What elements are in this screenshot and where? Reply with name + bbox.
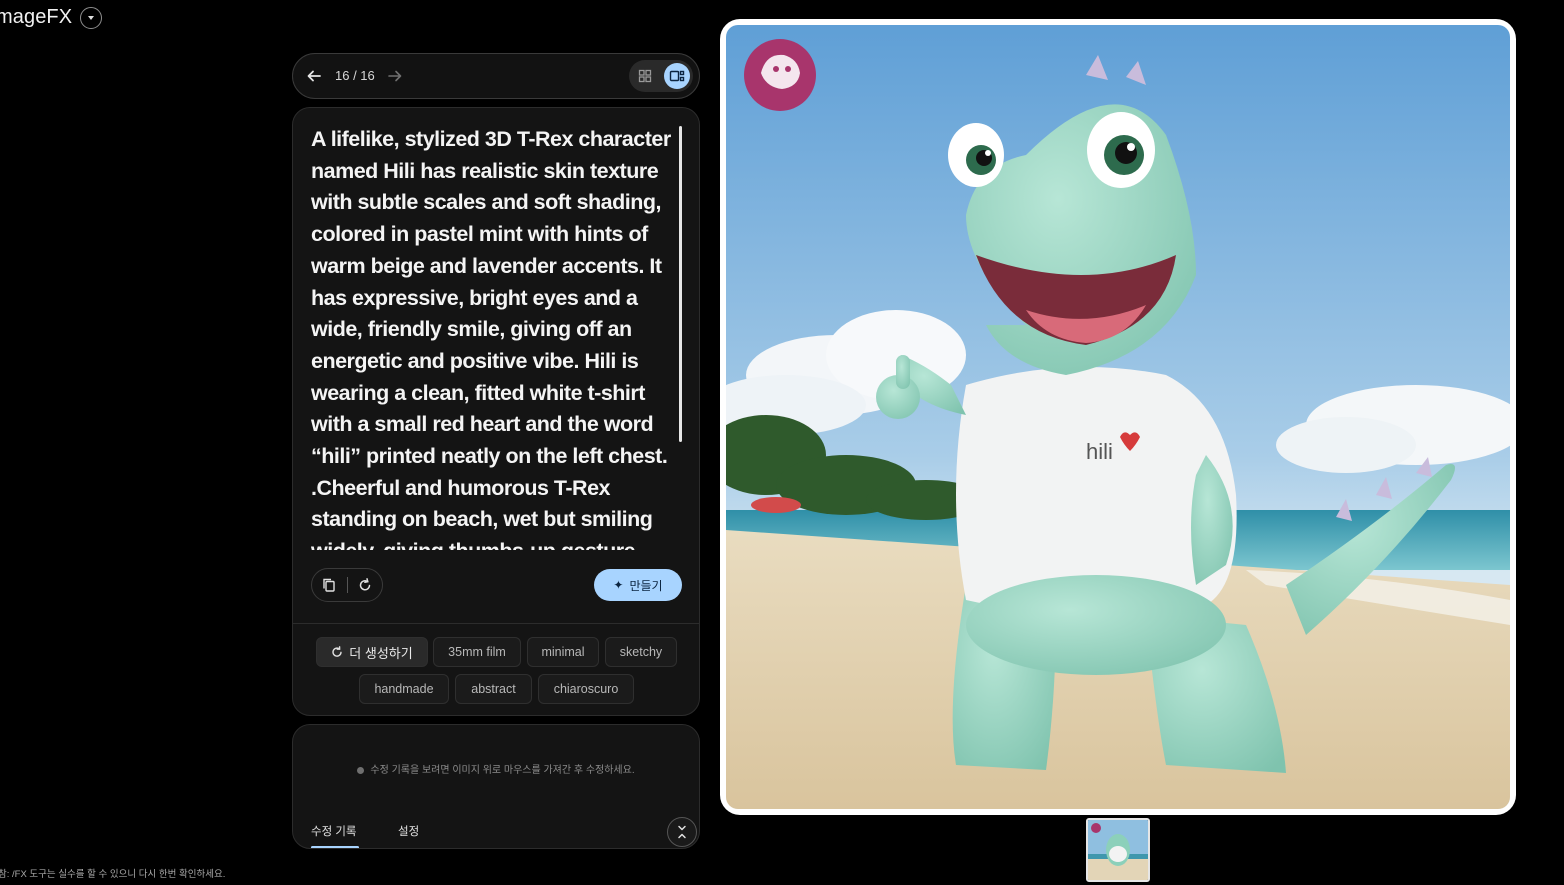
info-dot-icon (357, 766, 365, 774)
style-chips: 더 생성하기 35mm film minimal sketchy handmad… (293, 623, 699, 715)
thumbnail-image (1088, 820, 1148, 880)
app-title[interactable]: mageFX (0, 6, 103, 29)
shirt-text: hili (1086, 439, 1113, 464)
trex-beach-image: hili (726, 25, 1510, 809)
image-counter: 16 / 16 (335, 68, 375, 83)
single-view-icon[interactable] (664, 63, 690, 89)
generated-image-frame[interactable]: hili (720, 19, 1516, 815)
prompt-panel: A lifelike, stylized 3D T-Rex character … (292, 107, 700, 716)
reset-icon[interactable] (347, 569, 382, 601)
style-chip[interactable]: 35mm film (433, 637, 521, 667)
create-button-label: 만들기 (629, 578, 663, 593)
style-chip[interactable]: handmade (359, 674, 449, 704)
tab-edit-history[interactable]: 수정 기록 (311, 823, 357, 839)
style-chip[interactable]: abstract (455, 674, 532, 704)
prompt-textarea[interactable]: A lifelike, stylized 3D T-Rex character … (311, 124, 677, 550)
arrow-back-icon[interactable] (305, 67, 323, 85)
tab-settings[interactable]: 설정 (398, 823, 419, 839)
history-panel: 수정 기록을 보려면 이미지 위로 마우스를 가져간 후 수정하세요. 수정 기… (292, 724, 700, 849)
regenerate-chip[interactable]: 더 생성하기 (316, 637, 428, 667)
generated-image[interactable]: hili (726, 25, 1510, 809)
refresh-icon (332, 646, 342, 657)
sparkle-icon: ✦ (613, 578, 624, 592)
create-button[interactable]: ✦ 만들기 (594, 569, 682, 601)
style-chip[interactable]: sketchy (605, 637, 677, 667)
grid-view-icon[interactable] (632, 63, 658, 89)
arrow-forward-icon[interactable] (386, 67, 404, 85)
history-hint-text: 수정 기록을 보려면 이미지 위로 마우스를 가져간 후 수정하세요. (370, 765, 635, 776)
chevron-down-icon[interactable] (80, 6, 103, 29)
collapse-icon[interactable] (667, 817, 697, 847)
image-navigation-bar: 16 / 16 (292, 53, 700, 99)
app-title-text: mageFX (0, 6, 73, 28)
active-tab-indicator (311, 846, 359, 848)
image-thumbnail[interactable] (1086, 818, 1150, 882)
style-chip[interactable]: minimal (527, 637, 599, 667)
style-chip[interactable]: chiaroscuro (538, 674, 634, 704)
disclaimer-text: 참: /FX 도구는 실수를 할 수 있으니 다시 한번 확인하세요. (0, 869, 226, 880)
regenerate-label: 더 생성하기 (349, 645, 413, 661)
prompt-actions (311, 568, 383, 602)
prompt-scrollbar[interactable] (679, 126, 682, 442)
view-mode-toggle (629, 60, 693, 92)
history-hint: 수정 기록을 보려면 이미지 위로 마우스를 가져간 후 수정하세요. (293, 761, 699, 776)
copy-icon[interactable] (312, 569, 347, 601)
